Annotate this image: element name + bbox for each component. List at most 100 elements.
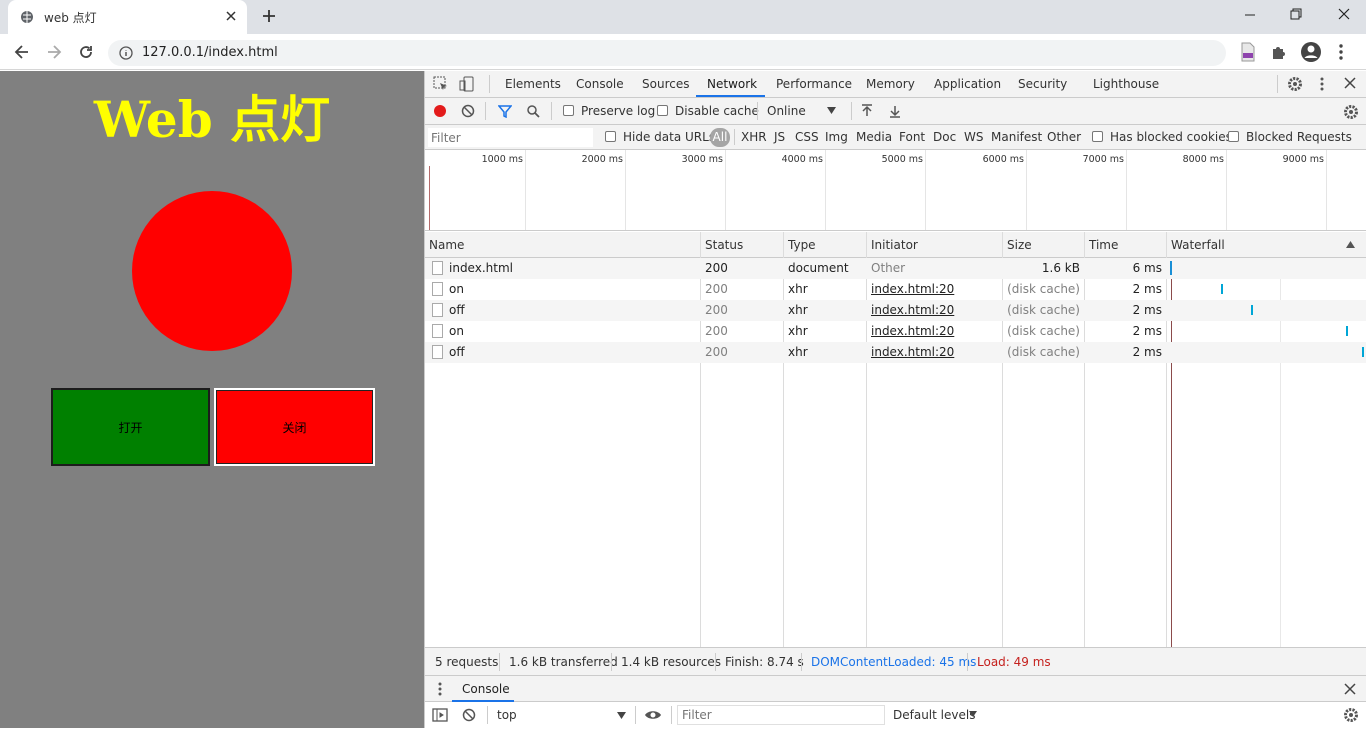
table-row[interactable]: on 200 xhr index.html:20 (disk cache) 2 … <box>425 279 1366 300</box>
dropdown-arrow-icon[interactable] <box>617 712 626 719</box>
selected-tab-indicator <box>696 95 765 97</box>
filter-type-css[interactable]: CSS <box>795 130 819 144</box>
tab-security[interactable]: Security <box>1018 77 1067 91</box>
filter-type-media[interactable]: Media <box>856 130 892 144</box>
tab-console[interactable]: Console <box>576 77 624 91</box>
on-button[interactable]: 打开 <box>51 388 210 466</box>
throttling-select[interactable]: Online <box>767 104 806 118</box>
context-select[interactable]: top <box>497 708 517 722</box>
request-size: (disk cache) <box>1007 282 1080 296</box>
dom-content-loaded-time: DOMContentLoaded: 45 ms <box>811 655 977 669</box>
chrome-menu-icon[interactable] <box>1338 43 1344 61</box>
table-row[interactable]: off 200 xhr index.html:20 (disk cache) 2… <box>425 342 1366 363</box>
col-time[interactable]: Time <box>1089 238 1118 252</box>
hide-data-urls-checkbox[interactable] <box>605 131 616 142</box>
close-devtools-icon[interactable] <box>1344 77 1356 89</box>
settings-gear-icon[interactable] <box>1287 76 1303 92</box>
table-row[interactable]: index.html 200 document Other 1.6 kB 6 m… <box>425 258 1366 279</box>
col-type[interactable]: Type <box>788 238 816 252</box>
filter-funnel-icon[interactable] <box>498 104 512 118</box>
tab-elements[interactable]: Elements <box>505 77 561 91</box>
record-icon[interactable] <box>433 104 447 118</box>
dropdown-arrow-icon[interactable] <box>827 107 836 114</box>
off-button[interactable]: 关闭 <box>214 388 375 466</box>
request-status: 200 <box>705 324 728 338</box>
devtools-menu-icon[interactable] <box>1320 76 1324 92</box>
col-size[interactable]: Size <box>1007 238 1032 252</box>
filter-type-manifest[interactable]: Manifest <box>991 130 1042 144</box>
divider <box>757 102 758 120</box>
new-tab-icon[interactable] <box>260 7 278 25</box>
close-drawer-icon[interactable] <box>1344 683 1356 695</box>
tab-sources[interactable]: Sources <box>642 77 689 91</box>
sort-ascending-icon[interactable] <box>1346 241 1355 248</box>
forward-icon[interactable] <box>45 43 63 61</box>
col-status[interactable]: Status <box>705 238 743 252</box>
extensions-puzzle-icon[interactable] <box>1270 43 1288 61</box>
request-initiator-link[interactable]: index.html:20 <box>871 345 954 359</box>
filter-input[interactable] <box>428 128 593 147</box>
request-name: off <box>449 303 465 317</box>
info-icon[interactable] <box>119 46 133 60</box>
close-window-icon[interactable] <box>1337 6 1351 22</box>
filter-type-doc[interactable]: Doc <box>933 130 956 144</box>
filter-type-js[interactable]: JS <box>774 130 785 144</box>
tab-lighthouse[interactable]: Lighthouse <box>1093 77 1159 91</box>
request-type: xhr <box>788 303 808 317</box>
minimize-icon[interactable] <box>1244 6 1256 22</box>
load-time: Load: 49 ms <box>977 655 1051 669</box>
preserve-log-checkbox[interactable] <box>563 105 574 116</box>
devtools-tab-bar: Elements Console Sources Network Perform… <box>425 71 1366 98</box>
clear-icon[interactable] <box>461 104 475 118</box>
request-initiator-link[interactable]: index.html:20 <box>871 282 954 296</box>
tab-application[interactable]: Application <box>934 77 1001 91</box>
filter-type-all[interactable]: All <box>710 128 730 147</box>
pdf-extension-icon[interactable] <box>1240 42 1256 62</box>
filter-type-font[interactable]: Font <box>899 130 925 144</box>
waterfall-bar <box>1251 305 1253 315</box>
table-row[interactable]: on 200 xhr index.html:20 (disk cache) 2 … <box>425 321 1366 342</box>
device-toolbar-icon[interactable] <box>459 76 475 92</box>
table-row[interactable]: off 200 xhr index.html:20 (disk cache) 2… <box>425 300 1366 321</box>
search-icon[interactable] <box>526 104 540 118</box>
network-settings-gear-icon[interactable] <box>1343 104 1359 120</box>
request-initiator-link[interactable]: index.html:20 <box>871 324 954 338</box>
filter-type-img[interactable]: Img <box>825 130 848 144</box>
close-tab-icon[interactable] <box>224 9 238 23</box>
address-bar[interactable]: 127.0.0.1/index.html <box>108 40 1226 66</box>
clear-console-icon[interactable] <box>462 708 476 722</box>
blocked-requests-checkbox[interactable] <box>1228 131 1239 142</box>
tab-network[interactable]: Network <box>707 77 757 91</box>
dropdown-arrow-icon[interactable] <box>969 711 977 717</box>
disable-cache-checkbox[interactable] <box>657 105 668 116</box>
filter-type-xhr[interactable]: XHR <box>741 130 767 144</box>
reload-icon[interactable] <box>77 43 95 61</box>
filter-type-ws[interactable]: WS <box>964 130 983 144</box>
has-blocked-cookies-checkbox[interactable] <box>1092 131 1103 142</box>
col-name[interactable]: Name <box>429 238 464 252</box>
web-page: Web 点灯 打开 关闭 <box>0 71 424 728</box>
filter-type-other[interactable]: Other <box>1047 130 1081 144</box>
divider <box>635 706 636 724</box>
log-levels-select[interactable]: Default levels <box>893 708 975 722</box>
import-har-icon[interactable] <box>860 104 874 118</box>
drawer-menu-icon[interactable] <box>438 682 442 696</box>
request-initiator-link[interactable]: index.html:20 <box>871 303 954 317</box>
tab-performance[interactable]: Performance <box>776 77 852 91</box>
col-waterfall[interactable]: Waterfall <box>1171 238 1225 252</box>
restore-icon[interactable] <box>1290 6 1302 22</box>
profile-avatar-icon[interactable] <box>1300 41 1322 63</box>
back-icon[interactable] <box>13 43 31 61</box>
drawer-tab-console[interactable]: Console <box>462 682 510 696</box>
export-har-icon[interactable] <box>888 104 902 118</box>
drawer-tab-bar: Console <box>425 676 1366 702</box>
console-sidebar-icon[interactable] <box>432 708 448 722</box>
tab-memory[interactable]: Memory <box>866 77 915 91</box>
console-filter-input[interactable] <box>677 705 885 725</box>
live-expression-eye-icon[interactable] <box>644 708 662 722</box>
col-initiator[interactable]: Initiator <box>871 238 918 252</box>
browser-tab[interactable]: web 点灯 <box>8 0 247 34</box>
inspect-element-icon[interactable] <box>433 76 449 92</box>
timeline-overview[interactable]: 1000 ms 2000 ms 3000 ms 4000 ms 5000 ms … <box>425 150 1366 231</box>
console-settings-gear-icon[interactable] <box>1343 707 1359 723</box>
